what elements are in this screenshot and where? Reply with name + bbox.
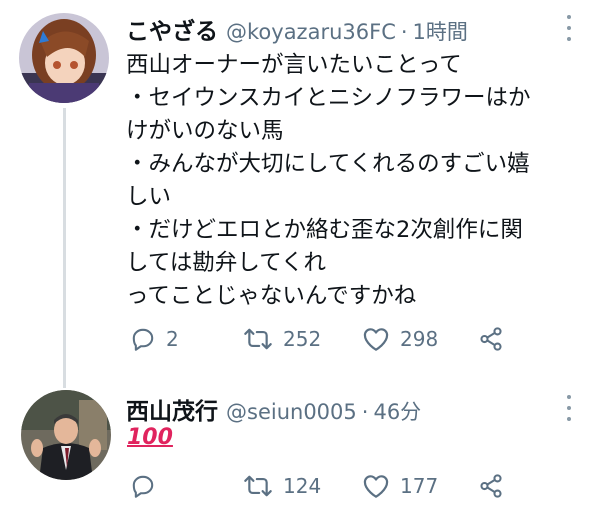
tweet-text-line: しい (126, 184, 172, 210)
tweet-text-line: ・セイウンスカイとニシノフラワーはか (126, 85, 531, 111)
hundred-points-emoji: 100 (127, 425, 173, 450)
thread-connector (63, 108, 66, 388)
tweet-header: 西山茂行 @seiun0005 · 46分 (126, 392, 421, 426)
share-button[interactable] (478, 468, 504, 504)
like-count: 177 (400, 474, 439, 498)
retweet-icon (244, 475, 272, 497)
share-icon (480, 474, 502, 498)
like-button[interactable]: 298 (362, 321, 438, 357)
display-name[interactable]: こやざる (126, 12, 218, 46)
action-bar: 2 252 298 (126, 321, 566, 357)
tweet-text-line: しては勘弁してくれ (126, 250, 327, 276)
reply-button[interactable] (130, 468, 166, 504)
reply-icon (132, 475, 154, 498)
display-name[interactable]: 西山茂行 (126, 392, 218, 426)
retweet-icon (244, 328, 272, 350)
user-handle[interactable]: @seiun0005 (226, 400, 357, 424)
retweet-button[interactable]: 252 (243, 321, 321, 357)
like-button[interactable]: 177 (362, 468, 438, 504)
tweet-koyazaru[interactable]: こやざる @koyazaru36FC · 1時間 西山オーナーが言いたいことって… (0, 0, 596, 388)
like-count: 298 (400, 327, 439, 351)
tweet-text-line: ・みんなが大切にしてくれるのすごい嬉 (126, 151, 530, 177)
action-bar: 124 177 (126, 468, 566, 504)
user-handle[interactable]: @koyazaru36FC (226, 20, 396, 44)
timestamp[interactable]: 1時間 (413, 16, 468, 46)
avatar-seiun[interactable] (21, 390, 111, 480)
reply-count: 2 (166, 327, 179, 351)
like-icon (363, 475, 389, 498)
tweet-text-line: ってことじゃないんですかね (126, 283, 417, 309)
more-icon[interactable] (566, 15, 572, 41)
separator-dot: · (361, 400, 369, 424)
tweet-text-line: ・だけどエロとか絡む歪な2次創作に関 (126, 217, 523, 243)
tweet-seiun[interactable]: 西山茂行 @seiun0005 · 46分 100 124 177 (0, 380, 596, 514)
retweet-button[interactable]: 124 (243, 468, 321, 504)
tweet-text-line: 西山オーナーが言いたいことって (126, 52, 462, 78)
avatar-koyazaru[interactable] (19, 13, 109, 103)
like-icon (363, 328, 389, 351)
share-icon (480, 327, 502, 351)
more-icon[interactable] (566, 395, 572, 421)
retweet-count: 124 (283, 474, 322, 498)
reply-icon (132, 328, 154, 351)
reply-button[interactable]: 2 (130, 321, 179, 357)
tweet-header: こやざる @koyazaru36FC · 1時間 (126, 12, 468, 46)
tweet-text: 西山オーナーが言いたいことって ・セイウンスカイとニシノフラワーはか けがいのな… (126, 49, 576, 313)
retweet-count: 252 (283, 327, 322, 351)
tweet-text-line: けがいのない馬 (126, 118, 284, 144)
separator-dot: · (400, 20, 408, 44)
timestamp[interactable]: 46分 (373, 396, 421, 426)
share-button[interactable] (478, 321, 504, 357)
